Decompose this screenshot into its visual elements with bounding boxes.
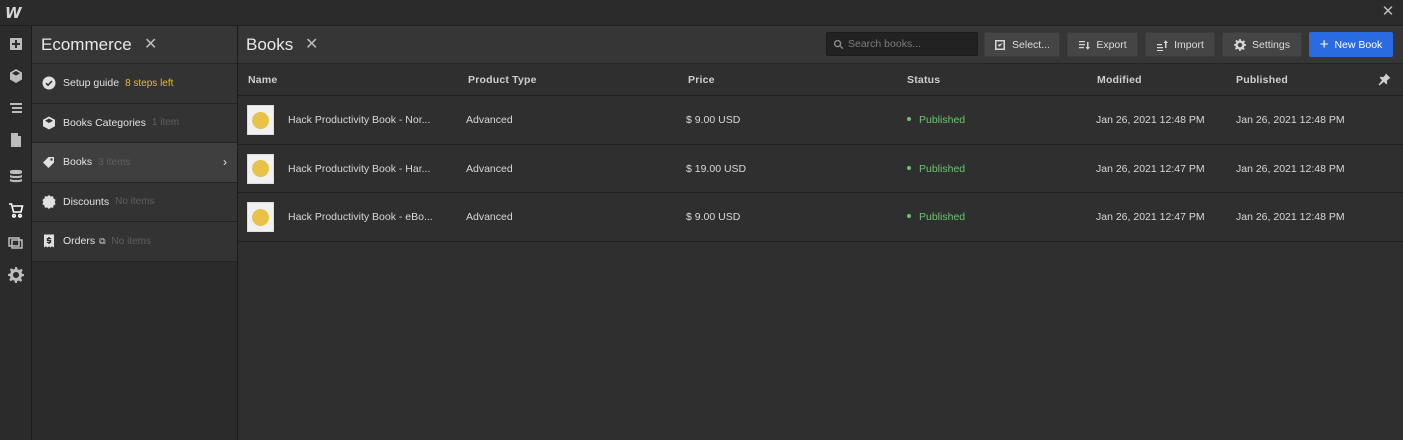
column-header-published[interactable]: Published xyxy=(1236,74,1288,86)
book-thumbnail xyxy=(247,202,274,232)
new-book-label: New Book xyxy=(1334,38,1383,51)
cell-published: Jan 26, 2021 12:48 PM xyxy=(1236,162,1345,175)
cell-price: $ 9.00 USD xyxy=(686,114,741,126)
assets-icon[interactable] xyxy=(0,227,32,259)
nav-item-books-categories[interactable]: Books Categories 1 item xyxy=(32,103,237,143)
nav-item-discounts[interactable]: Discounts No items xyxy=(32,182,237,222)
pages-icon[interactable] xyxy=(0,124,32,156)
close-editor-icon[interactable]: ✕ xyxy=(1379,3,1397,21)
panel-title: Ecommerce xyxy=(41,35,132,54)
table-row[interactable]: Hack Productivity Book - eBo... Advanced… xyxy=(238,193,1403,242)
ecommerce-cart-icon[interactable] xyxy=(0,194,32,226)
export-icon xyxy=(1079,40,1091,50)
select-label: Select... xyxy=(1012,38,1050,51)
nav-item-label: Books Categories xyxy=(63,116,146,129)
nav-item-label: Orders xyxy=(63,235,96,248)
pin-icon[interactable] xyxy=(1378,73,1391,86)
discount-badge-icon xyxy=(42,194,56,209)
tag-icon xyxy=(42,155,56,169)
status-dot-icon xyxy=(907,165,911,170)
status-dot-icon xyxy=(907,214,911,219)
column-header-status[interactable]: Status xyxy=(907,74,940,86)
search-icon xyxy=(833,39,844,49)
books-collection-view: Books ✕ Select... Export Import Settings… xyxy=(238,26,1403,440)
cell-status: Published xyxy=(907,211,965,223)
cell-price: $ 19.00 USD xyxy=(686,162,747,175)
column-header-name[interactable]: Name xyxy=(248,74,277,86)
table-row[interactable]: Hack Productivity Book - Har... Advanced… xyxy=(238,144,1403,193)
chevron-right-icon: › xyxy=(223,155,227,169)
settings-label: Settings xyxy=(1252,38,1290,51)
nav-item-setup-guide[interactable]: Setup guide 8 steps left xyxy=(32,64,237,104)
export-label: Export xyxy=(1096,38,1127,51)
table-row[interactable]: Hack Productivity Book - Nor... Advanced… xyxy=(238,96,1403,145)
cell-status: Published xyxy=(907,114,965,126)
panel-header: Ecommerce ✕ xyxy=(32,26,237,64)
cell-name: Hack Productivity Book - Har... xyxy=(288,162,431,175)
collection-title: Books xyxy=(246,35,294,54)
plus-icon: + xyxy=(1319,36,1329,53)
table-header: Name Product Type Price Status Modified … xyxy=(238,64,1403,96)
nav-item-books[interactable]: Books 3 items › xyxy=(32,143,237,183)
main-header: Books ✕ Select... Export Import Settings… xyxy=(238,26,1403,64)
symbols-icon[interactable] xyxy=(0,60,32,92)
column-header-product-type[interactable]: Product Type xyxy=(468,74,537,86)
nav-item-count: 3 items xyxy=(98,156,131,168)
cell-price: $ 9.00 USD xyxy=(686,211,741,223)
cell-product-type: Advanced xyxy=(466,162,513,175)
cell-product-type: Advanced xyxy=(466,211,513,223)
nav-item-label: Discounts xyxy=(63,195,110,208)
cell-published: Jan 26, 2021 12:48 PM xyxy=(1236,211,1345,223)
select-button[interactable]: Select... xyxy=(984,32,1060,57)
export-button[interactable]: Export xyxy=(1067,32,1138,57)
status-dot-icon xyxy=(907,117,911,122)
category-icon xyxy=(42,116,56,130)
receipt-icon xyxy=(42,234,56,248)
webflow-logo[interactable]: W xyxy=(5,4,23,22)
cell-modified: Jan 26, 2021 12:48 PM xyxy=(1096,114,1205,126)
external-link-icon[interactable]: ⧉ xyxy=(99,236,105,247)
left-tool-rail xyxy=(0,26,32,440)
import-label: Import xyxy=(1174,38,1204,51)
search-box[interactable] xyxy=(826,32,978,56)
close-panel-icon[interactable]: ✕ xyxy=(144,34,157,54)
add-panel-icon[interactable] xyxy=(0,28,32,60)
column-header-price[interactable]: Price xyxy=(688,74,715,86)
cell-modified: Jan 26, 2021 12:47 PM xyxy=(1096,162,1205,175)
cell-modified: Jan 26, 2021 12:47 PM xyxy=(1096,211,1205,223)
check-circle-icon xyxy=(42,76,56,90)
column-header-modified[interactable]: Modified xyxy=(1097,74,1142,86)
search-input[interactable] xyxy=(848,38,968,50)
settings-button[interactable]: Settings xyxy=(1222,32,1302,57)
book-thumbnail xyxy=(247,153,274,184)
status-label: Published xyxy=(919,114,966,126)
cell-published: Jan 26, 2021 12:48 PM xyxy=(1236,114,1345,126)
nav-item-label: Books xyxy=(63,156,93,169)
status-label: Published xyxy=(919,211,966,223)
import-button[interactable]: Import xyxy=(1145,32,1215,57)
close-collection-icon[interactable]: ✕ xyxy=(305,34,318,54)
gear-icon xyxy=(1234,38,1247,51)
nav-item-count: No items xyxy=(111,235,151,247)
nav-item-count: 8 steps left xyxy=(125,77,174,89)
cms-icon[interactable] xyxy=(0,160,32,192)
nav-item-label: Setup guide xyxy=(63,77,120,90)
navigator-icon[interactable] xyxy=(0,92,32,124)
settings-gear-icon[interactable] xyxy=(0,259,32,291)
cell-name: Hack Productivity Book - eBo... xyxy=(288,211,433,223)
nav-item-orders[interactable]: Orders ⧉ No items xyxy=(32,222,237,262)
book-thumbnail xyxy=(247,105,274,135)
import-icon xyxy=(1157,39,1169,51)
cell-status: Published xyxy=(907,163,965,175)
nav-item-count: 1 item xyxy=(151,117,180,129)
status-label: Published xyxy=(919,162,966,175)
top-bar: W ✕ xyxy=(0,0,1403,26)
cell-product-type: Advanced xyxy=(466,114,513,126)
ecommerce-panel: Ecommerce ✕ Setup guide 8 steps left Boo… xyxy=(32,26,238,440)
nav-item-count: No items xyxy=(115,196,155,208)
checkbox-icon xyxy=(995,39,1006,50)
cell-name: Hack Productivity Book - Nor... xyxy=(288,114,431,126)
new-book-button[interactable]: + New Book xyxy=(1309,32,1393,57)
